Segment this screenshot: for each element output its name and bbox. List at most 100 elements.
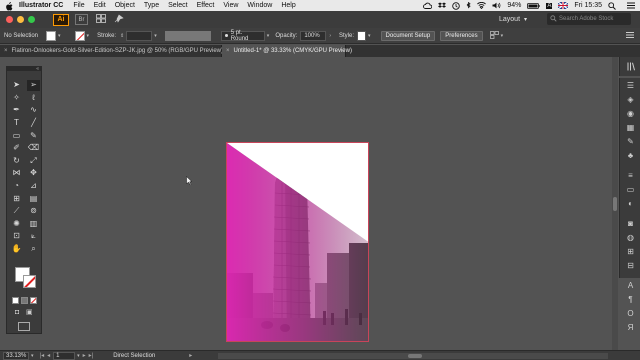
chevron-right-icon[interactable]: ›: [329, 33, 331, 39]
last-artboard-icon[interactable]: ▸|: [89, 352, 94, 359]
stroke-weight-field[interactable]: [126, 30, 153, 41]
graphic-style-swatch[interactable]: [357, 30, 367, 41]
menu-edit[interactable]: Edit: [94, 2, 106, 9]
dropbox-icon[interactable]: [438, 2, 447, 9]
libraries-icon[interactable]: [620, 57, 640, 76]
wifi-icon[interactable]: [477, 2, 487, 9]
arrange-documents-icon[interactable]: [489, 30, 499, 41]
brushes-icon[interactable]: ✎: [620, 134, 640, 148]
chevron-down-icon[interactable]: ▾: [58, 33, 61, 39]
none-button[interactable]: [30, 297, 37, 304]
appearance-icon[interactable]: ◙: [620, 216, 640, 230]
magic-wand-tool[interactable]: ✧: [10, 92, 23, 103]
mesh-tool[interactable]: ⊞: [10, 193, 23, 204]
tab-flatiron-onlookers[interactable]: × Flatiron-Onlookers-Gold-Silver-Edition…: [0, 45, 223, 57]
lasso-tool[interactable]: ℓ: [27, 92, 40, 103]
maximize-button[interactable]: [28, 16, 35, 23]
pen-tool[interactable]: ✒: [10, 105, 23, 116]
graphic-styles-icon[interactable]: ◍: [620, 230, 640, 244]
gpu-performance-icon[interactable]: [114, 14, 124, 25]
chevron-down-icon[interactable]: ▾: [31, 353, 34, 359]
symbols-icon[interactable]: ♣: [620, 148, 640, 162]
stroke-swatch[interactable]: [23, 275, 36, 288]
artboard[interactable]: [226, 142, 369, 342]
horizontal-scrollbar[interactable]: [218, 353, 608, 359]
paintbrush-tool[interactable]: ✎: [27, 130, 40, 141]
eyedropper-tool[interactable]: ⟋: [10, 206, 23, 217]
shape-builder-tool[interactable]: ◔: [10, 181, 23, 192]
menu-select[interactable]: Select: [168, 2, 187, 9]
menu-view[interactable]: View: [223, 2, 238, 9]
puppet-warp-tool[interactable]: ✥: [27, 168, 40, 179]
vertical-scrollbar[interactable]: [612, 57, 618, 350]
preferences-button[interactable]: Preferences: [440, 30, 483, 41]
width-tool[interactable]: ⋈: [10, 168, 23, 179]
flag-icon[interactable]: [558, 2, 569, 9]
collapse-icon[interactable]: «: [36, 67, 39, 72]
stepper-icon[interactable]: ⇕: [120, 33, 124, 39]
document-setup-button[interactable]: Document Setup: [380, 30, 436, 41]
slice-tool[interactable]: ⟀: [27, 231, 40, 242]
properties-icon[interactable]: ☰: [620, 78, 640, 92]
artboard-number-field[interactable]: 1: [53, 351, 76, 360]
close-icon[interactable]: ×: [226, 48, 230, 54]
zoom-field[interactable]: 33.13%: [3, 351, 29, 360]
notification-center-icon[interactable]: [627, 2, 635, 9]
type-tool[interactable]: T: [10, 118, 23, 129]
stock-icon[interactable]: [96, 14, 106, 25]
panel-menu-icon[interactable]: [626, 31, 634, 41]
scale-tool[interactable]: ⤢: [27, 155, 40, 166]
scrollbar-thumb[interactable]: [408, 354, 422, 358]
paragraph-icon[interactable]: ¶: [620, 292, 640, 306]
layers-icon[interactable]: ◈: [620, 92, 640, 106]
pathfinder-icon[interactable]: ⊟: [620, 258, 640, 272]
first-artboard-icon[interactable]: |◂: [40, 352, 45, 359]
menu-object[interactable]: Object: [115, 2, 135, 9]
eraser-tool[interactable]: ⌫: [27, 143, 40, 154]
workspace-switcher[interactable]: Layout ▾: [499, 14, 527, 25]
minimize-button[interactable]: [17, 16, 24, 23]
chevron-down-icon[interactable]: ▾: [267, 33, 270, 39]
menu-illustrator[interactable]: Illustrator CC: [19, 2, 63, 9]
volume-icon[interactable]: [492, 2, 501, 9]
input-menu[interactable]: A: [546, 2, 553, 9]
spotlight-icon[interactable]: [608, 1, 616, 10]
symbol-sprayer-tool[interactable]: ✺: [10, 218, 23, 229]
placed-photo[interactable]: [227, 143, 369, 342]
next-artboard-icon[interactable]: ▸: [83, 352, 86, 359]
column-graph-tool[interactable]: ▥: [27, 218, 40, 229]
zoom-tool[interactable]: ⌕: [27, 244, 40, 255]
previous-artboard-icon[interactable]: ◂: [47, 352, 50, 359]
gradient-tool[interactable]: ▤: [27, 193, 40, 204]
opentype-icon[interactable]: O: [620, 306, 640, 320]
perspective-grid-tool[interactable]: ⊿: [27, 181, 40, 192]
shaper-tool[interactable]: ✐: [10, 143, 23, 154]
menu-window[interactable]: Window: [247, 2, 272, 9]
selection-tool[interactable]: ➤: [10, 80, 23, 91]
stroke-panel-icon[interactable]: ≡: [620, 168, 640, 182]
transparency-icon[interactable]: ◐: [620, 196, 640, 210]
apple-icon[interactable]: [5, 1, 13, 10]
status-menu-arrow-icon[interactable]: ▸: [189, 352, 192, 359]
align-icon[interactable]: ⊞: [620, 244, 640, 258]
bluetooth-icon[interactable]: [466, 1, 471, 10]
draw-normal-icon[interactable]: ◘: [15, 309, 22, 316]
menu-file[interactable]: File: [73, 2, 84, 9]
direct-selection-tool[interactable]: ➢: [27, 79, 40, 91]
bridge-button[interactable]: Br: [75, 14, 88, 25]
color-icon[interactable]: ◉: [620, 106, 640, 120]
chevron-down-icon[interactable]: ▾: [154, 33, 157, 39]
close-icon[interactable]: ×: [4, 48, 8, 54]
menu-type[interactable]: Type: [144, 2, 159, 9]
glyphs-icon[interactable]: Я: [620, 320, 640, 334]
chevron-down-icon[interactable]: ▾: [501, 33, 504, 39]
rotate-tool[interactable]: ↻: [10, 155, 23, 166]
chevron-down-icon[interactable]: ▾: [77, 353, 80, 359]
menu-effect[interactable]: Effect: [197, 2, 215, 9]
timemachine-icon[interactable]: [452, 1, 461, 10]
close-button[interactable]: [6, 16, 13, 23]
rectangle-tool[interactable]: ▭: [10, 130, 23, 141]
menu-help[interactable]: Help: [281, 2, 295, 9]
character-icon[interactable]: A: [620, 278, 640, 292]
clock[interactable]: Fri 15:35: [574, 2, 602, 9]
